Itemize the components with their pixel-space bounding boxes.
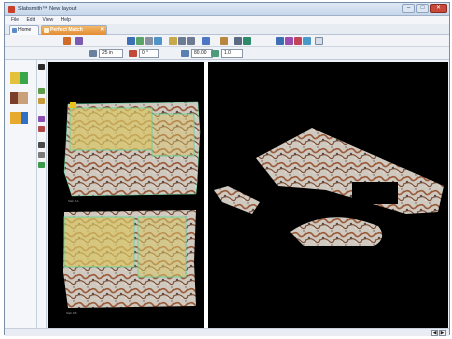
window-title: Slabsmith™ New layout bbox=[18, 6, 77, 12]
selection-region[interactable] bbox=[63, 216, 135, 268]
selection-region[interactable] bbox=[137, 216, 187, 278]
toolbar-primary bbox=[5, 35, 449, 47]
sink-cutout[interactable] bbox=[352, 182, 398, 204]
slab-library-icon[interactable] bbox=[10, 92, 28, 104]
home-icon bbox=[12, 28, 17, 33]
width-icon bbox=[89, 50, 97, 57]
piece-tool-icon[interactable] bbox=[75, 37, 83, 45]
cut-tool-icon[interactable] bbox=[38, 116, 45, 122]
rotation-field[interactable]: 0 ° bbox=[139, 49, 159, 58]
slab-canvas[interactable]: Slab 1A Slab 1B bbox=[48, 62, 204, 328]
snap-tool-icon[interactable] bbox=[38, 162, 45, 168]
tab-home-label: Home bbox=[18, 27, 32, 33]
slab-canvas-svg: Slab 1A Slab 1B bbox=[63, 101, 201, 315]
countertop-piece[interactable] bbox=[214, 186, 260, 214]
maximize-button[interactable]: □ bbox=[416, 4, 429, 13]
offset-field[interactable]: 80.00 bbox=[191, 49, 213, 58]
ribbon-tabs: Home Perfect Match × bbox=[5, 24, 449, 35]
tab-close-icon[interactable]: × bbox=[100, 26, 104, 35]
undo-icon[interactable] bbox=[127, 37, 135, 45]
align-center-icon[interactable] bbox=[187, 37, 195, 45]
color-icon[interactable] bbox=[294, 37, 302, 45]
layers-icon[interactable] bbox=[202, 37, 210, 45]
refresh-icon[interactable] bbox=[243, 37, 251, 45]
pan-icon[interactable] bbox=[145, 37, 153, 45]
shape-icon[interactable] bbox=[285, 37, 293, 45]
layer-tool-icon[interactable] bbox=[38, 142, 45, 148]
status-bar: ◀ ▶ bbox=[5, 328, 449, 336]
menu-bar: File Edit View Help bbox=[5, 16, 449, 24]
window-controls: – □ ✕ bbox=[401, 4, 447, 14]
offset-icon bbox=[181, 50, 189, 57]
slab-label: Slab 1A bbox=[68, 199, 79, 203]
left-panel bbox=[5, 60, 37, 336]
zoom-icon[interactable] bbox=[154, 37, 162, 45]
minimize-button[interactable]: – bbox=[402, 4, 415, 13]
prev-button[interactable]: ◀ bbox=[431, 330, 438, 336]
zoom-level-icon bbox=[211, 50, 219, 57]
fit-view-icon[interactable] bbox=[315, 37, 323, 45]
canvas-nav: ◀ ▶ bbox=[430, 330, 446, 336]
app-window: Slabsmith™ New layout – □ ✕ File Edit View… bbox=[4, 2, 450, 336]
next-button[interactable]: ▶ bbox=[439, 330, 446, 336]
grid-icon[interactable] bbox=[169, 37, 177, 45]
close-button[interactable]: ✕ bbox=[430, 4, 447, 13]
arrow-icon[interactable] bbox=[276, 37, 284, 45]
menu-file[interactable]: File bbox=[11, 16, 19, 24]
tab-perfect-match[interactable]: Perfect Match × bbox=[41, 25, 107, 35]
menu-help[interactable]: Help bbox=[61, 16, 71, 24]
redo-icon[interactable] bbox=[136, 37, 144, 45]
slab-label: Slab 1B bbox=[66, 311, 77, 315]
rotation-icon bbox=[129, 50, 137, 57]
menu-view[interactable]: View bbox=[42, 16, 53, 24]
app-logo-icon bbox=[8, 6, 15, 13]
toolbar-secondary: 25 in 0 ° 80.00 1.0 bbox=[5, 47, 449, 60]
tab-perfect-match-label: Perfect Match bbox=[50, 27, 83, 33]
width-field[interactable]: 25 in bbox=[99, 49, 123, 58]
selection-handle[interactable] bbox=[70, 102, 76, 108]
selection-region[interactable] bbox=[151, 113, 195, 157]
tab-home[interactable]: Home bbox=[9, 25, 39, 35]
menu-edit[interactable]: Edit bbox=[26, 16, 35, 24]
layout-canvas[interactable] bbox=[208, 62, 448, 328]
rotate-tool-icon[interactable] bbox=[38, 98, 45, 104]
align-left-icon[interactable] bbox=[178, 37, 186, 45]
perfect-match-icon bbox=[44, 28, 49, 33]
delete-tool-icon[interactable] bbox=[38, 126, 45, 132]
measure-icon[interactable] bbox=[220, 37, 228, 45]
countertop-piece[interactable] bbox=[290, 217, 383, 246]
export-icon[interactable] bbox=[303, 37, 311, 45]
zoom-field[interactable]: 1.0 bbox=[221, 49, 243, 58]
slab-tool-icon[interactable] bbox=[63, 37, 71, 45]
add-slab-icon[interactable] bbox=[10, 72, 28, 84]
select-tool-icon[interactable] bbox=[38, 64, 45, 70]
settings-icon[interactable] bbox=[234, 37, 242, 45]
copy-tool-icon[interactable] bbox=[38, 152, 45, 158]
layout-canvas-svg bbox=[214, 128, 444, 246]
tool-strip bbox=[37, 60, 47, 336]
countertop-piece[interactable] bbox=[256, 128, 444, 214]
open-folder-icon[interactable] bbox=[10, 112, 28, 124]
title-bar: Slabsmith™ New layout – □ ✕ bbox=[5, 3, 449, 16]
selection-region[interactable] bbox=[69, 107, 153, 151]
move-tool-icon[interactable] bbox=[38, 88, 45, 94]
